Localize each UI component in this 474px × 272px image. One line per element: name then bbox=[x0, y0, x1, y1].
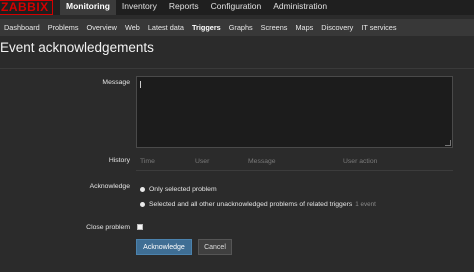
top-menu: Monitoring Inventory Reports Configurati… bbox=[60, 0, 333, 15]
sub-menu-latest-data[interactable]: Latest data bbox=[144, 19, 188, 36]
cancel-button[interactable]: Cancel bbox=[198, 239, 232, 255]
top-menu-administration[interactable]: Administration bbox=[267, 0, 333, 15]
text-caret bbox=[140, 81, 141, 88]
sub-menu-problems[interactable]: Problems bbox=[44, 19, 83, 36]
top-menu-configuration[interactable]: Configuration bbox=[205, 0, 268, 15]
acknowledge-button[interactable]: Acknowledge bbox=[136, 239, 192, 255]
sub-menu-dashboard[interactable]: Dashboard bbox=[0, 19, 44, 36]
message-label: Message bbox=[102, 79, 130, 86]
radio-unchecked-icon[interactable] bbox=[140, 187, 145, 192]
sub-menu-graphs[interactable]: Graphs bbox=[225, 19, 257, 36]
top-menu-inventory[interactable]: Inventory bbox=[116, 0, 163, 15]
acknowledge-label: Acknowledge bbox=[89, 183, 130, 190]
sub-menu-discovery[interactable]: Discovery bbox=[317, 19, 357, 36]
history-column-time: Time bbox=[140, 158, 155, 165]
event-count: 1 event bbox=[355, 201, 376, 208]
page-title: Event acknowledgements bbox=[0, 40, 154, 55]
close-problem-label: Close problem bbox=[86, 224, 130, 231]
sub-menu-web[interactable]: Web bbox=[121, 19, 144, 36]
history-label: History bbox=[108, 157, 130, 164]
close-problem-checkbox[interactable] bbox=[137, 224, 143, 230]
history-column-user: User bbox=[195, 158, 210, 165]
history-column-user-action: User action bbox=[343, 158, 378, 165]
radio-all-related-label: Selected and all other unacknowledged pr… bbox=[149, 201, 353, 208]
sub-menu-maps[interactable]: Maps bbox=[291, 19, 317, 36]
resize-grip-icon[interactable] bbox=[445, 140, 451, 146]
history-column-message: Message bbox=[248, 158, 276, 165]
sub-navigation-bar: Dashboard Problems Overview Web Latest d… bbox=[0, 19, 474, 36]
sub-menu-screens[interactable]: Screens bbox=[257, 19, 292, 36]
radio-only-selected-label: Only selected problem bbox=[149, 186, 217, 193]
zabbix-logo[interactable]: ZABBIX bbox=[0, 0, 53, 15]
top-menu-monitoring[interactable]: Monitoring bbox=[60, 0, 116, 15]
top-menu-reports[interactable]: Reports bbox=[163, 0, 205, 15]
top-navigation-bar: ZABBIX Monitoring Inventory Reports Conf… bbox=[0, 0, 474, 15]
radio-only-selected[interactable]: Only selected problem bbox=[140, 186, 217, 193]
sub-menu-it-services[interactable]: IT services bbox=[357, 19, 400, 36]
radio-checked-icon[interactable] bbox=[140, 202, 145, 207]
history-divider bbox=[136, 170, 453, 171]
radio-all-related[interactable]: Selected and all other unacknowledged pr… bbox=[140, 201, 376, 208]
sub-menu-triggers[interactable]: Triggers bbox=[188, 19, 225, 36]
sub-menu-overview[interactable]: Overview bbox=[83, 19, 121, 36]
message-textarea[interactable] bbox=[136, 76, 453, 148]
